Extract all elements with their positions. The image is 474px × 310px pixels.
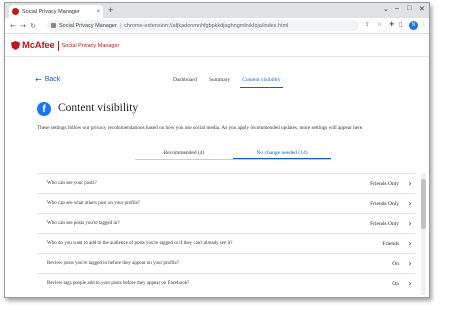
address-separator: | [119, 22, 122, 29]
reload-icon[interactable]: ↻ [28, 22, 38, 30]
setting-row[interactable]: Review tags people add to your posts bef… [37, 273, 415, 293]
setting-value: On [392, 260, 399, 267]
scrollbar-thumb[interactable] [421, 179, 426, 229]
address-bar[interactable]: Social Privacy Manager | chrome-extensio… [47, 20, 359, 31]
browser-window: Social Privacy Manager × + ⌄ – □ ✕ ← → ↻… [4, 2, 430, 298]
chevron-right-icon[interactable]: › [405, 239, 415, 248]
setting-row[interactable]: Review posts you're tagged in before the… [37, 253, 415, 273]
back-label: Back [44, 76, 61, 83]
chevron-right-icon[interactable]: › [405, 179, 415, 188]
tab-summary[interactable]: Summary [207, 75, 232, 88]
maximize-button[interactable]: □ [407, 5, 411, 12]
product-name: Social Privacy Manager [61, 42, 120, 49]
back-link[interactable]: ← Back [35, 75, 60, 84]
tab-strip: Social Privacy Manager × + ⌄ – □ ✕ [5, 3, 429, 18]
address-url: chrome-extension://afjkadonmnhfgbpkkdjag… [124, 22, 289, 29]
chevron-right-icon[interactable]: › [405, 279, 415, 288]
setting-question: Who do you want to add to the audience o… [47, 241, 233, 246]
tab-content-visibility[interactable]: Content visibility [240, 75, 283, 88]
chevron-right-icon[interactable]: › [405, 259, 415, 268]
sidebar-icon[interactable]: ▯ [399, 21, 402, 28]
setting-row[interactable]: Who can see your posts? Friends Only › [37, 173, 415, 193]
app-header: McAfee Social Privacy Manager [5, 35, 429, 57]
setting-question: Who can see what others post on your pro… [47, 201, 141, 206]
more-menu-icon[interactable]: ⋮ [421, 21, 427, 28]
close-window-button[interactable]: ✕ [419, 5, 425, 13]
bookmark-star-icon[interactable]: ☆ [377, 21, 382, 28]
setting-row[interactable]: Who can see posts you're tagged in? Frie… [37, 213, 415, 233]
page-description: These settings follow our privacy recomm… [37, 125, 364, 131]
setting-value: Friends Only [370, 200, 399, 207]
section-nav: Dashboard Summary Content visibility [171, 75, 283, 88]
setting-value: Friends Only [370, 220, 399, 227]
setting-question: Who can see posts you're tagged in? [47, 221, 120, 226]
setting-question: Review posts you're tagged in before the… [47, 261, 179, 266]
subtab-recommended[interactable]: Recommended (4) [135, 148, 233, 159]
extension-icon [51, 23, 56, 28]
setting-question: Who can see your posts? [47, 181, 97, 186]
back-arrow-icon: ← [35, 75, 42, 84]
logo-divider [57, 40, 59, 51]
minimize-button[interactable]: – [395, 5, 399, 12]
setting-row[interactable]: Who can see what others post on your pro… [37, 193, 415, 213]
facebook-icon: f [37, 102, 51, 116]
mcafee-logo-text: McAfee [22, 40, 55, 51]
extensions-puzzle-icon[interactable]: ✚ [389, 21, 394, 28]
page-scrollbar[interactable] [421, 173, 426, 295]
arrow-left-icon[interactable]: ← [8, 22, 18, 30]
profile-avatar[interactable]: N [409, 21, 418, 30]
setting-value: Friends Only [370, 180, 399, 187]
mcafee-shield-icon [11, 41, 20, 50]
page-title: Content visibility [58, 102, 139, 114]
browser-tab[interactable]: Social Privacy Manager × [9, 5, 103, 18]
settings-list: Who can see your posts? Friends Only › W… [37, 173, 415, 293]
subtab-no-change-needed[interactable]: No change needed (14) [233, 148, 331, 159]
new-tab-button[interactable]: + [108, 5, 113, 15]
browser-toolbar: ← → ↻ Social Privacy Manager | chrome-ex… [5, 18, 429, 34]
arrow-right-icon[interactable]: → [18, 22, 28, 30]
tab-close-icon[interactable]: × [96, 9, 100, 15]
address-app-name: Social Privacy Manager [59, 22, 117, 29]
tab-search-icon[interactable]: ⌄ [383, 5, 389, 13]
chevron-right-icon[interactable]: › [405, 199, 415, 208]
setting-value: On [392, 280, 399, 287]
tab-title: Social Privacy Manager [22, 8, 80, 15]
chevron-right-icon[interactable]: › [405, 219, 415, 228]
mcafee-favicon-icon [12, 8, 19, 15]
share-icon[interactable]: ⇪ [365, 21, 370, 28]
setting-value: Friends [382, 240, 400, 247]
setting-row[interactable]: Who do you want to add to the audience o… [37, 233, 415, 253]
setting-question: Review tags people add to your posts bef… [47, 281, 190, 286]
subtab-bar: Recommended (4) No change needed (14) [135, 148, 331, 160]
tab-dashboard[interactable]: Dashboard [171, 75, 199, 88]
